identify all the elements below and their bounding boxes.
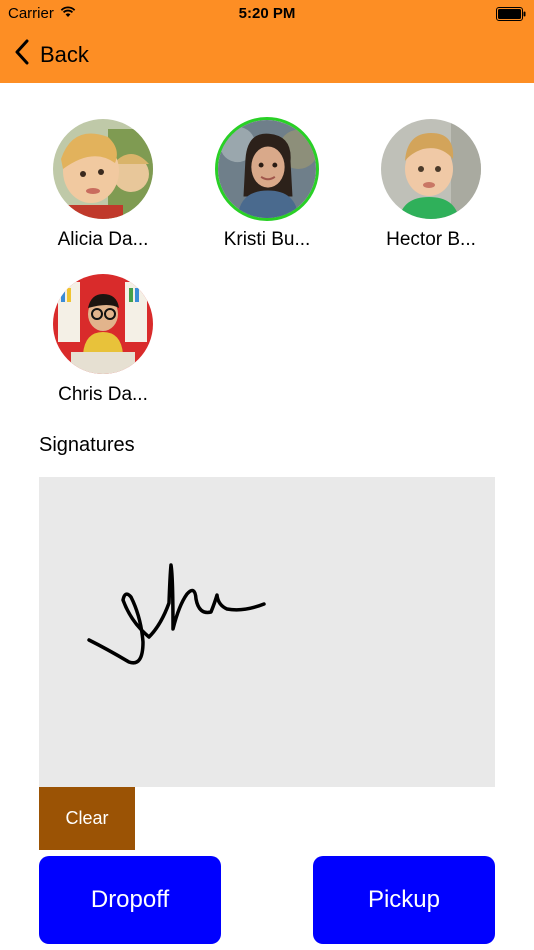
child-card[interactable]: Chris Da...: [28, 272, 178, 406]
child-name: Kristi Bu...: [223, 229, 311, 250]
child-card[interactable]: Hector B...: [356, 117, 506, 251]
status-bar: Carrier 5:20 PM: [0, 0, 534, 28]
signature-pad[interactable]: [39, 477, 495, 787]
signature-stroke: [87, 563, 266, 665]
status-time: 5:20 PM: [238, 5, 296, 22]
chevron-left-icon: [14, 39, 30, 71]
nav-bar: Carrier 5:20 PM Back: [0, 0, 534, 83]
child-name: Alicia Da...: [57, 229, 149, 250]
battery-icon: [496, 7, 526, 21]
child-name: Chris Da...: [58, 384, 148, 405]
avatar: [51, 117, 155, 221]
child-card[interactable]: Alicia Da...: [28, 117, 178, 251]
avatar: [51, 272, 155, 376]
avatar: [215, 117, 319, 221]
back-button[interactable]: Back: [14, 38, 89, 72]
child-photo: [53, 119, 153, 219]
clear-button[interactable]: Clear: [39, 787, 135, 850]
child-photo: [218, 120, 316, 218]
signatures-heading: Signatures: [39, 434, 135, 456]
pickup-button[interactable]: Pickup: [313, 856, 495, 944]
child-card[interactable]: Kristi Bu...: [192, 117, 342, 251]
child-photo: [381, 119, 481, 219]
child-photo: [53, 274, 153, 374]
avatar: [379, 117, 483, 221]
back-label: Back: [40, 42, 89, 67]
child-name: Hector B...: [386, 229, 476, 250]
dropoff-button[interactable]: Dropoff: [39, 856, 221, 944]
